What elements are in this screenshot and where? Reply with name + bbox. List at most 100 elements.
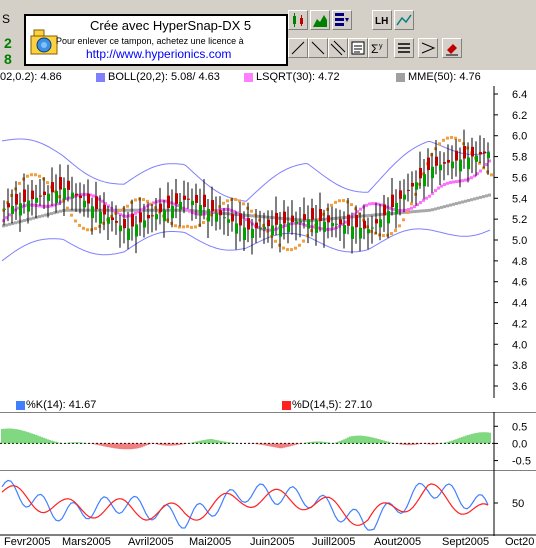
legend-mme-swatch	[396, 73, 405, 82]
candle-body	[71, 192, 74, 199]
candle-body	[91, 206, 94, 219]
mme-point	[458, 201, 461, 205]
y-tick-label: 4.0	[512, 339, 527, 351]
y-tick-label: -0.5	[512, 456, 531, 468]
lsqrt-point	[428, 194, 431, 198]
candle-body	[95, 196, 98, 210]
sar-point	[382, 234, 385, 238]
mme-point	[5, 223, 8, 227]
sar-point	[394, 228, 397, 232]
mme-point	[368, 213, 371, 217]
sar-point	[334, 200, 337, 204]
sar-point	[222, 201, 225, 205]
lsqrt-point	[449, 181, 452, 185]
candle-body	[235, 223, 238, 234]
sar-point	[282, 246, 285, 250]
mme-point	[434, 207, 437, 211]
candle-body	[395, 202, 398, 214]
candle-body	[199, 204, 202, 216]
candle-body	[227, 219, 230, 223]
properties-icon[interactable]	[348, 38, 368, 58]
horizontal-lines-icon[interactable]	[394, 38, 414, 58]
x-label: Aout2005	[374, 536, 422, 548]
x-label: Sept2005	[442, 536, 490, 548]
lsqrt-point	[188, 209, 191, 213]
candle-body	[451, 161, 454, 169]
candle-body	[483, 151, 486, 154]
y-tick-label: 6.0	[512, 131, 527, 143]
x-label: Oct20	[505, 536, 535, 548]
legend-d-swatch	[282, 401, 291, 410]
sar-point	[38, 174, 41, 178]
sar-point	[234, 197, 237, 201]
mme-point	[59, 209, 62, 213]
watermark-title: Crée avec HyperSnap-DX 5	[90, 18, 252, 33]
sar-point	[118, 209, 121, 213]
candle-body	[339, 219, 342, 225]
stochastic-chart[interactable]: 50	[0, 470, 536, 536]
candle-body	[47, 193, 50, 201]
sar-point	[142, 198, 145, 202]
sar-point	[194, 225, 197, 229]
mme-point	[38, 215, 41, 219]
lsqrt-point	[92, 194, 95, 198]
candle-body	[207, 209, 210, 222]
candle-body	[359, 227, 362, 239]
bollinger-band	[1, 138, 491, 202]
lsqrt-point	[437, 186, 440, 190]
sar-point	[94, 227, 97, 231]
sar-point	[182, 225, 185, 229]
zoom-icon[interactable]	[394, 10, 414, 30]
candle-body	[175, 193, 178, 204]
y-tick-label: 5.2	[512, 214, 527, 226]
candle-body	[39, 195, 42, 197]
mme-point	[425, 209, 428, 213]
watermark-url[interactable]: http://www.hyperionics.com	[86, 47, 231, 61]
mountain-chart-icon[interactable]	[310, 10, 330, 30]
candle-body	[287, 222, 290, 233]
sar-point	[226, 199, 229, 203]
arrow-icon[interactable]	[418, 38, 438, 58]
y-tick-label: 3.6	[512, 381, 527, 393]
x-label: Avril2005	[128, 536, 174, 548]
sar-point	[70, 213, 73, 217]
sar-point	[274, 239, 277, 243]
candle-body	[435, 156, 438, 166]
candle-body	[247, 218, 250, 230]
lh-icon[interactable]: LH	[372, 10, 392, 30]
eraser-icon[interactable]	[442, 38, 462, 58]
y-tick-label: 3.8	[512, 360, 527, 372]
candle-body	[103, 204, 106, 215]
sigma-icon[interactable]: Σy	[368, 38, 388, 58]
mme-point	[446, 204, 449, 208]
y-tick-label: 50	[512, 498, 524, 510]
line-down-icon[interactable]	[308, 38, 328, 58]
candle-body	[211, 200, 214, 212]
candle-body	[275, 212, 278, 225]
macd-chart[interactable]: 0.5 0.0 -0.5	[0, 412, 536, 470]
sar-point	[86, 228, 89, 232]
mme-point	[410, 210, 413, 214]
y-tick-label: 0.0	[512, 438, 527, 450]
mme-point	[482, 195, 485, 199]
candle-body	[147, 214, 150, 219]
price-chart[interactable]: 6.4 6.2 6.0 5.8 5.6 5.4 5.2 5.0 4.8 4.6 4.4 4.2 4.0 3…	[0, 86, 536, 398]
left-digit-2[interactable]: 2	[4, 35, 12, 51]
candle-body	[3, 208, 6, 210]
mme-point	[464, 199, 467, 203]
candle-body	[271, 225, 274, 236]
parallel-lines-icon[interactable]	[328, 38, 348, 58]
candle-body	[447, 159, 450, 163]
legend-d: %D(14,5): 27.10	[292, 399, 373, 411]
candle-body	[411, 182, 414, 187]
legend-mme: MME(50): 4.76	[408, 71, 481, 83]
x-label: Mars2005	[62, 536, 111, 548]
svg-text:Σ: Σ	[371, 42, 378, 56]
left-digit-8[interactable]: 8	[4, 51, 12, 67]
candlestick-icon[interactable]	[288, 10, 308, 30]
indicator-icon[interactable]	[332, 10, 352, 30]
trend-line-icon[interactable]	[288, 38, 308, 58]
watermark-line2: Pour enlever ce tampon, achetez une lice…	[56, 36, 244, 46]
candle-body	[131, 214, 134, 227]
y-tick-label: 6.2	[512, 110, 527, 122]
